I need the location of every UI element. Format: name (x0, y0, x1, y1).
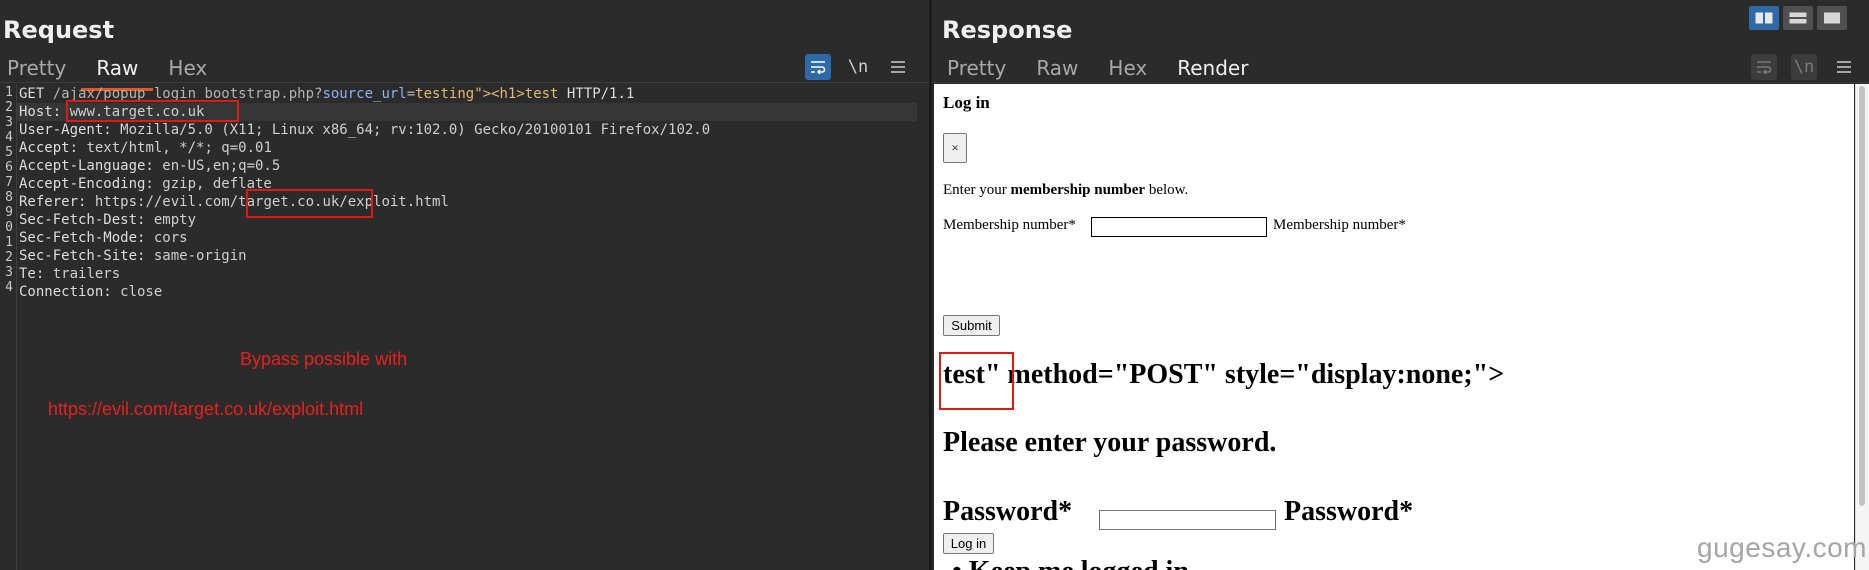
header-line-sec-fetch-dest: Sec-Fetch-Dest: empty (19, 211, 196, 229)
header-line-accept-encoding: Accept-Encoding: gzip, deflate (19, 175, 272, 193)
header-key: User-Agent: (19, 122, 112, 138)
header-key: Referer: (19, 194, 87, 210)
close-button[interactable]: × (943, 133, 967, 163)
header-line-te: Te: trailers (19, 265, 120, 283)
header-value: close (111, 284, 163, 300)
response-title: Response (942, 16, 1073, 44)
header-line-sec-fetch-site: Sec-Fetch-Site: same-origin (19, 247, 247, 265)
side-by-side-layout-icon[interactable] (1749, 6, 1779, 30)
intro-suffix: below. (1145, 182, 1189, 198)
bypass-note: Bypass possible with (240, 349, 408, 369)
render-scrollbar[interactable] (1855, 84, 1869, 570)
query-param-name: source_url (322, 86, 407, 102)
header-key: Sec-Fetch-Dest: (19, 212, 146, 228)
response-toolbar: \n (1751, 54, 1857, 80)
login-button[interactable]: Log in (943, 533, 994, 554)
header-value: text/html, */*; q=0.01 (78, 140, 272, 156)
membership-label: Membership number* (943, 217, 1076, 233)
tab-underline-rule (932, 82, 1869, 83)
host-highlight-box (66, 100, 239, 122)
submit-button[interactable]: Submit (943, 315, 1000, 336)
header-line-accept-language: Accept-Language: en-US,en;q=0.5 (19, 157, 280, 175)
injected-heading: test" method="POST" style="display:none;… (943, 359, 1504, 391)
membership-number-input[interactable] (1091, 217, 1267, 237)
bypass-url-note: https://evil.com/target.co.uk/exploit.ht… (48, 399, 364, 419)
password-label-after: Password* (1284, 496, 1414, 527)
query-param-value: testing"><h1>test (415, 86, 559, 102)
hamburger-menu-icon[interactable] (885, 54, 911, 80)
injection-highlight-box (939, 352, 1014, 410)
http-protocol: HTTP/1.1 (558, 86, 635, 102)
header-line-sec-fetch-mode: Sec-Fetch-Mode: cors (19, 229, 188, 247)
header-key: Accept-Encoding: (19, 176, 154, 192)
header-value: Mozilla/5.0 (X11; Linux x86_64; rv:102.0… (111, 122, 711, 138)
http-method: GET (19, 86, 45, 102)
header-key: Sec-Fetch-Site: (19, 248, 146, 264)
membership-label-after: Membership number* (1273, 217, 1406, 233)
watermark-text: gugesay.com (1697, 532, 1867, 563)
injected-attr-text: method="POST" style="display:none;"> (1000, 359, 1505, 390)
layout-switcher (1749, 6, 1847, 30)
intro-text: Enter your membership number below. (943, 182, 1188, 199)
hamburger-menu-icon[interactable] (1831, 54, 1857, 80)
header-key: Accept: (19, 140, 79, 156)
login-heading: Log in (943, 93, 990, 112)
request-title: Request (3, 16, 115, 44)
intro-bold: membership number (1010, 182, 1146, 198)
header-key: Accept-Language: (19, 158, 154, 174)
header-line-user-agent: User-Agent: Mozilla/5.0 (X11; Linux x86_… (19, 121, 710, 139)
newline-toggle-button[interactable]: \n (845, 54, 871, 80)
header-value: cors (145, 230, 188, 246)
header-key: Te: (19, 266, 45, 282)
line-number-gutter: 1 2 3 4 5 6 7 8 9 0 1 2 3 4 (0, 84, 17, 570)
header-value: empty (145, 212, 197, 228)
line-number: 4 (5, 280, 13, 295)
header-value: trailers (44, 266, 121, 282)
request-pane: Request Pretty Raw Hex \n 1 2 3 4 5 6 7 … (0, 0, 929, 570)
header-line-connection: Connection: close (19, 283, 162, 301)
newline-toggle-button[interactable]: \n (1791, 54, 1817, 80)
rendered-response-view: Log in × Enter your membership number be… (934, 84, 1854, 570)
password-input[interactable] (1099, 510, 1276, 530)
wrap-lines-icon[interactable] (1751, 54, 1777, 80)
intro-prefix: Enter your (943, 182, 1011, 198)
tab-underline-rule (0, 82, 929, 83)
keep-logged-in-text: • Keep me logged in (952, 556, 1189, 570)
header-key: Sec-Fetch-Mode: (19, 230, 146, 246)
request-toolbar: \n (805, 54, 911, 80)
scrollbar-thumb[interactable] (1859, 86, 1865, 506)
header-key: Host: (19, 104, 62, 120)
query-equals: = (406, 86, 416, 102)
password-label: Password* (943, 496, 1073, 527)
header-value: en-US,en;q=0.5 (153, 158, 281, 174)
password-heading: Please enter your password. (943, 427, 1277, 458)
header-value: same-origin (145, 248, 247, 264)
single-pane-layout-icon[interactable] (1817, 6, 1847, 30)
header-key: Connection: (19, 284, 112, 300)
response-pane: Response Pretty Raw Hex Render \n Log in… (932, 0, 1869, 570)
stacked-layout-icon[interactable] (1783, 6, 1813, 30)
header-line-accept: Accept: text/html, */*; q=0.01 (19, 139, 272, 157)
raw-request-editor[interactable]: 1 2 3 4 5 6 7 8 9 0 1 2 3 4 GET /ajax/po… (0, 84, 929, 570)
wrap-lines-icon[interactable] (805, 54, 831, 80)
header-line-referer: Referer: https://evil.com/target.co.uk/e… (19, 193, 449, 211)
referer-highlight-box (246, 189, 373, 218)
